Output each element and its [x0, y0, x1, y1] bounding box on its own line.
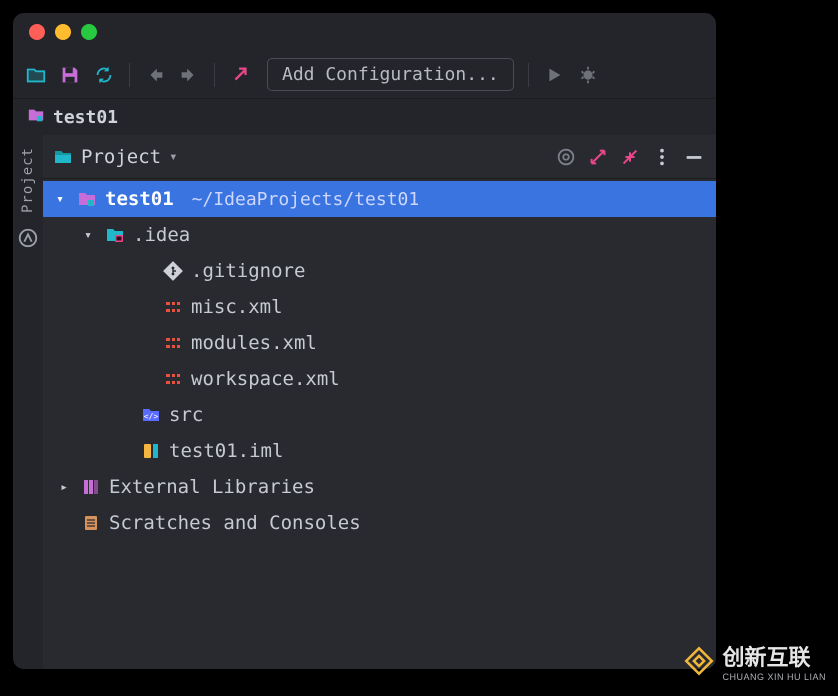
main-toolbar: Add Configuration...	[13, 51, 716, 99]
scratches-icon	[81, 513, 101, 533]
watermark: 创新互联 CHUANG XIN HU LIAN	[682, 640, 826, 682]
node-label: test01	[105, 188, 174, 210]
tree-node-gitignore[interactable]: .gitignore	[43, 253, 716, 289]
tree-node-root[interactable]: ▾ test01 ~/IdeaProjects/test01	[43, 181, 716, 217]
module-folder-icon	[77, 189, 97, 209]
node-label: .idea	[133, 224, 190, 246]
project-tree: ▾ test01 ~/IdeaProjects/test01 ▾ .idea	[43, 179, 716, 669]
run-icon[interactable]	[543, 64, 565, 86]
back-icon[interactable]	[144, 64, 166, 86]
folder-icon	[105, 225, 125, 245]
node-label: .gitignore	[191, 260, 305, 282]
tree-node-scratches[interactable]: Scratches and Consoles	[43, 505, 716, 541]
node-label: modules.xml	[191, 332, 317, 354]
module-folder-icon	[27, 106, 45, 128]
node-label: src	[169, 404, 203, 426]
chevron-down-icon: ▾	[169, 149, 177, 165]
open-icon[interactable]	[25, 64, 47, 86]
node-label: test01.iml	[169, 440, 283, 462]
build-icon[interactable]	[229, 64, 251, 86]
watermark-brand: 创新互联	[722, 645, 810, 670]
expand-all-icon[interactable]	[586, 145, 610, 169]
library-icon	[81, 477, 101, 497]
tree-node-src[interactable]: </> src	[43, 397, 716, 433]
chevron-right-icon[interactable]: ▸	[55, 480, 73, 495]
panel-title-label: Project	[81, 146, 161, 168]
hide-panel-icon[interactable]	[682, 145, 706, 169]
git-file-icon	[163, 261, 183, 281]
tree-node-modules[interactable]: modules.xml	[43, 325, 716, 361]
tree-node-misc[interactable]: misc.xml	[43, 289, 716, 325]
xml-file-icon	[163, 333, 183, 353]
structure-toolwindow-icon[interactable]	[17, 227, 39, 253]
ide-window: Add Configuration... test01 Project	[12, 12, 717, 670]
source-folder-icon: </>	[141, 405, 161, 425]
tree-node-external-libs[interactable]: ▸ External Libraries	[43, 469, 716, 505]
project-view-icon	[53, 147, 73, 167]
settings-menu-icon[interactable]	[650, 145, 674, 169]
navigation-bar-label[interactable]: test01	[53, 107, 118, 128]
project-panel: Project ▾	[43, 135, 716, 669]
close-window-icon[interactable]	[29, 24, 45, 40]
locate-icon[interactable]	[554, 145, 578, 169]
chevron-down-icon[interactable]: ▾	[79, 228, 97, 243]
node-label: misc.xml	[191, 296, 283, 318]
project-view-selector[interactable]: Project ▾	[81, 146, 546, 168]
sync-icon[interactable]	[93, 64, 115, 86]
node-path: ~/IdeaProjects/test01	[192, 189, 420, 210]
run-config-button[interactable]: Add Configuration...	[267, 58, 514, 91]
save-icon[interactable]	[59, 64, 81, 86]
iml-file-icon	[141, 441, 161, 461]
node-label: External Libraries	[109, 476, 315, 498]
navigation-bar: test01	[13, 99, 716, 135]
debug-icon[interactable]	[577, 64, 599, 86]
minimize-window-icon[interactable]	[55, 24, 71, 40]
xml-file-icon	[163, 297, 183, 317]
titlebar	[13, 13, 716, 51]
xml-file-icon	[163, 369, 183, 389]
forward-icon[interactable]	[178, 64, 200, 86]
watermark-logo-icon	[682, 644, 716, 678]
project-toolwindow-button[interactable]: Project	[20, 147, 36, 213]
tool-window-strip: Project	[13, 135, 43, 669]
main-area: Project Project ▾	[13, 135, 716, 669]
tree-node-workspace[interactable]: workspace.xml	[43, 361, 716, 397]
project-panel-header: Project ▾	[43, 135, 716, 179]
tree-node-idea[interactable]: ▾ .idea	[43, 217, 716, 253]
node-label: workspace.xml	[191, 368, 340, 390]
watermark-sub: CHUANG XIN HU LIAN	[722, 672, 826, 682]
collapse-all-icon[interactable]	[618, 145, 642, 169]
chevron-down-icon[interactable]: ▾	[51, 192, 69, 207]
svg-text:</>: </>	[144, 412, 159, 421]
node-label: Scratches and Consoles	[109, 512, 361, 534]
zoom-window-icon[interactable]	[81, 24, 97, 40]
tree-node-iml[interactable]: test01.iml	[43, 433, 716, 469]
